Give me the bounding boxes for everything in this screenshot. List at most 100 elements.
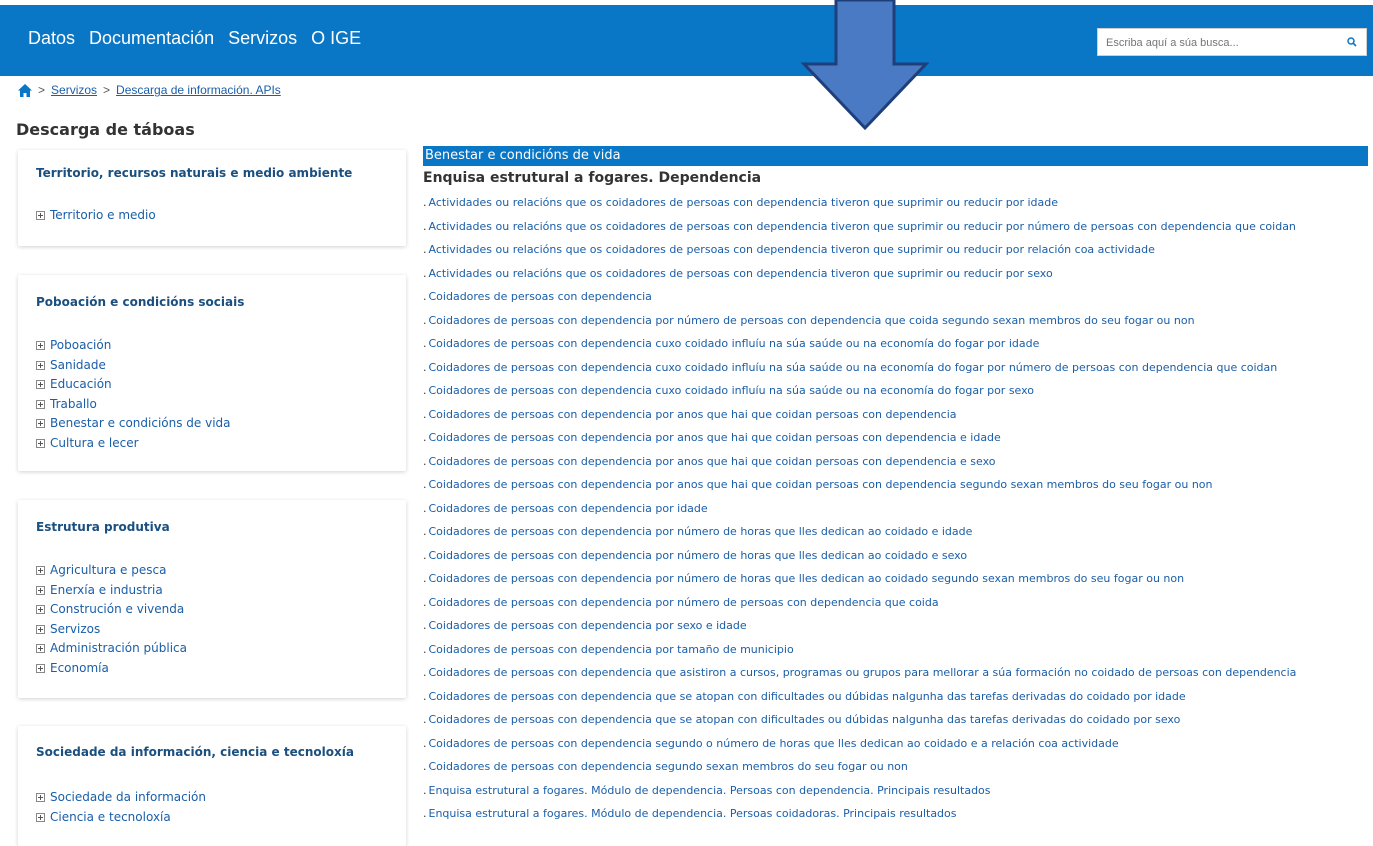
- sidebar-card-territorio: Territorio, recursos naturais e medio am…: [18, 150, 406, 246]
- table-link-label: Coidadores de persoas con dependencia po…: [428, 595, 939, 609]
- table-link[interactable]: . Coidadores de persoas con dependencia p…: [423, 525, 1296, 549]
- sidebar-item-label: Sanidade: [50, 357, 106, 372]
- top-navigation-bar: Datos Documentación Servizos O IGE: [0, 0, 1373, 76]
- sidebar-list: Sociedade da información Ciencia e tecno…: [36, 788, 206, 827]
- expand-plus-icon: [36, 624, 45, 634]
- table-link[interactable]: . Coidadores de persoas con dependencia: [423, 290, 1296, 314]
- expand-plus-icon: [36, 663, 45, 673]
- breadcrumb: > Servizos > Descarga de información. AP…: [18, 83, 281, 97]
- table-link-list: . Actividades ou relacións que os coidado…: [423, 196, 1296, 831]
- table-link-label: Coidadores de persoas con dependencia po…: [428, 548, 968, 562]
- table-link-label: Coidadores de persoas con dependencia cu…: [428, 360, 1278, 374]
- bullet-dot: .: [423, 478, 427, 491]
- page-title: Descarga de táboas: [16, 120, 195, 139]
- sidebar-item-administracion[interactable]: Administración pública: [36, 639, 187, 659]
- table-link[interactable]: . Coidadores de persoas con dependencia p…: [423, 455, 1296, 479]
- sidebar-item-label: Educación: [50, 377, 112, 391]
- expand-plus-icon: [36, 793, 45, 803]
- sidebar-item-benestar[interactable]: Benestar e condicións de vida: [36, 414, 231, 434]
- sidebar-item-label: Economía: [50, 660, 109, 675]
- sidebar-item-cultura[interactable]: Cultura e lecer: [36, 434, 231, 454]
- table-link[interactable]: . Coidadores de persoas con dependencia p…: [423, 408, 1296, 432]
- sidebar-item-label: Territorio e medio: [50, 208, 156, 222]
- table-link[interactable]: . Coidadores de persoas con dependencia c…: [423, 361, 1296, 385]
- table-link[interactable]: . Actividades ou relacións que os coidado…: [423, 220, 1296, 244]
- annotation-down-arrow-icon: [800, 0, 930, 131]
- search-input[interactable]: [1104, 29, 1338, 57]
- sidebar-item-economia[interactable]: Economía: [36, 659, 187, 679]
- table-link[interactable]: . Coidadores de persoas con dependencia p…: [423, 596, 1296, 620]
- table-link[interactable]: . Enquisa estrutural a fogares. Módulo de…: [423, 807, 1296, 831]
- nav-o-ige[interactable]: O IGE: [311, 28, 361, 49]
- table-link[interactable]: . Coidadores de persoas con dependencia s…: [423, 737, 1296, 761]
- sidebar-item-traballo[interactable]: Traballo: [36, 395, 231, 415]
- table-link[interactable]: . Coidadores de persoas con dependencia p…: [423, 643, 1296, 667]
- bullet-dot: .: [423, 243, 427, 256]
- table-link-label: Coidadores de persoas con dependencia po…: [428, 572, 1185, 585]
- search-box: [1097, 28, 1367, 57]
- sidebar-item-enerxia[interactable]: Enerxía e industria: [36, 581, 187, 601]
- sidebar-item-label: Benestar e condicións de vida: [50, 416, 231, 430]
- table-link[interactable]: . Coidadores de persoas con dependencia p…: [423, 431, 1296, 455]
- table-link[interactable]: . Coidadores de persoas con dependencia s…: [423, 760, 1296, 784]
- bullet-dot: .: [423, 431, 427, 444]
- breadcrumb-link-descarga[interactable]: Descarga de información. APIs: [116, 83, 281, 97]
- sidebar-item-agricultura[interactable]: Agricultura e pesca: [36, 561, 187, 581]
- sidebar-card-title: Sociedade da información, ciencia e tecn…: [36, 745, 354, 759]
- sidebar-item-ciencia[interactable]: Ciencia e tecnoloxía: [36, 808, 206, 828]
- sidebar-item-sociedade[interactable]: Sociedade da información: [36, 788, 206, 808]
- nav-servizos[interactable]: Servizos: [228, 28, 297, 49]
- search-button[interactable]: [1344, 34, 1360, 50]
- table-link[interactable]: . Coidadores de persoas con dependencia p…: [423, 314, 1296, 338]
- table-link[interactable]: . Coidadores de persoas con dependencia p…: [423, 478, 1296, 502]
- sidebar-card-poboacion: Poboación e condicións sociais Poboación…: [18, 275, 406, 471]
- table-link[interactable]: . Coidadores de persoas con dependencia p…: [423, 572, 1296, 596]
- sidebar-item-sanidade[interactable]: Sanidade: [36, 356, 231, 376]
- sidebar-item-construcion[interactable]: Construción e vivenda: [36, 600, 187, 620]
- table-link[interactable]: . Coidadores de persoas con dependencia q…: [423, 713, 1296, 737]
- sidebar-item-servizos[interactable]: Servizos: [36, 620, 187, 640]
- table-link[interactable]: . Actividades ou relacións que os coidado…: [423, 267, 1296, 291]
- expand-plus-icon: [36, 341, 45, 351]
- table-link-label: Coidadores de persoas con dependencia qu…: [428, 713, 1181, 726]
- table-link[interactable]: . Actividades ou relacións que os coidado…: [423, 196, 1296, 220]
- expand-plus-icon: [36, 211, 45, 221]
- table-link[interactable]: . Coidadores de persoas con dependencia p…: [423, 619, 1296, 643]
- table-link[interactable]: . Coidadores de persoas con dependencia q…: [423, 690, 1296, 714]
- home-icon[interactable]: [18, 83, 32, 97]
- bullet-dot: .: [423, 783, 427, 797]
- sidebar-item-territorio-e-medio[interactable]: Territorio e medio: [36, 206, 156, 226]
- nav-datos[interactable]: Datos: [28, 28, 75, 49]
- bullet-dot: .: [423, 689, 427, 703]
- breadcrumb-separator: >: [103, 83, 111, 97]
- bullet-dot: .: [423, 572, 427, 585]
- table-link-label: Actividades ou relacións que os coidador…: [428, 266, 1053, 280]
- bullet-dot: .: [423, 313, 427, 327]
- table-link-label: Coidadores de persoas con dependencia cu…: [428, 337, 1040, 350]
- nav-documentacion[interactable]: Documentación: [89, 28, 214, 49]
- sidebar-item-educacion[interactable]: Educación: [36, 375, 231, 395]
- table-link-label: Coidadores de persoas con dependencia qu…: [428, 689, 1186, 703]
- sidebar-card-title: Territorio, recursos naturais e medio am…: [36, 166, 353, 180]
- sidebar-card-title: Poboación e condicións sociais: [36, 295, 245, 309]
- table-link-label: Actividades ou relacións que os coidador…: [428, 196, 1059, 209]
- table-link[interactable]: . Enquisa estrutural a fogares. Módulo de…: [423, 784, 1296, 808]
- sidebar-list: Poboación Sanidade Educación Traballo Be…: [36, 336, 231, 453]
- bullet-dot: .: [423, 196, 427, 209]
- sidebar-item-poboacion[interactable]: Poboación: [36, 336, 231, 356]
- expand-plus-icon: [36, 360, 45, 370]
- table-link[interactable]: . Coidadores de persoas con dependencia c…: [423, 337, 1296, 361]
- expand-plus-icon: [36, 438, 45, 448]
- breadcrumb-link-servizos[interactable]: Servizos: [51, 83, 97, 97]
- table-link[interactable]: . Coidadores de persoas con dependencia q…: [423, 666, 1296, 690]
- sidebar-card-sociedade-informacion: Sociedade da información, ciencia e tecn…: [18, 726, 406, 846]
- bullet-dot: .: [423, 642, 427, 656]
- table-link-label: Actividades ou relacións que os coidador…: [428, 243, 1155, 256]
- table-link[interactable]: . Coidadores de persoas con dependencia p…: [423, 549, 1296, 573]
- table-link[interactable]: . Coidadores de persoas con dependencia p…: [423, 502, 1296, 526]
- expand-plus-icon: [36, 419, 45, 429]
- bullet-dot: .: [423, 219, 427, 233]
- table-link[interactable]: . Actividades ou relacións que os coidado…: [423, 243, 1296, 267]
- sidebar-item-label: Servizos: [50, 621, 101, 636]
- table-link[interactable]: . Coidadores de persoas con dependencia c…: [423, 384, 1296, 408]
